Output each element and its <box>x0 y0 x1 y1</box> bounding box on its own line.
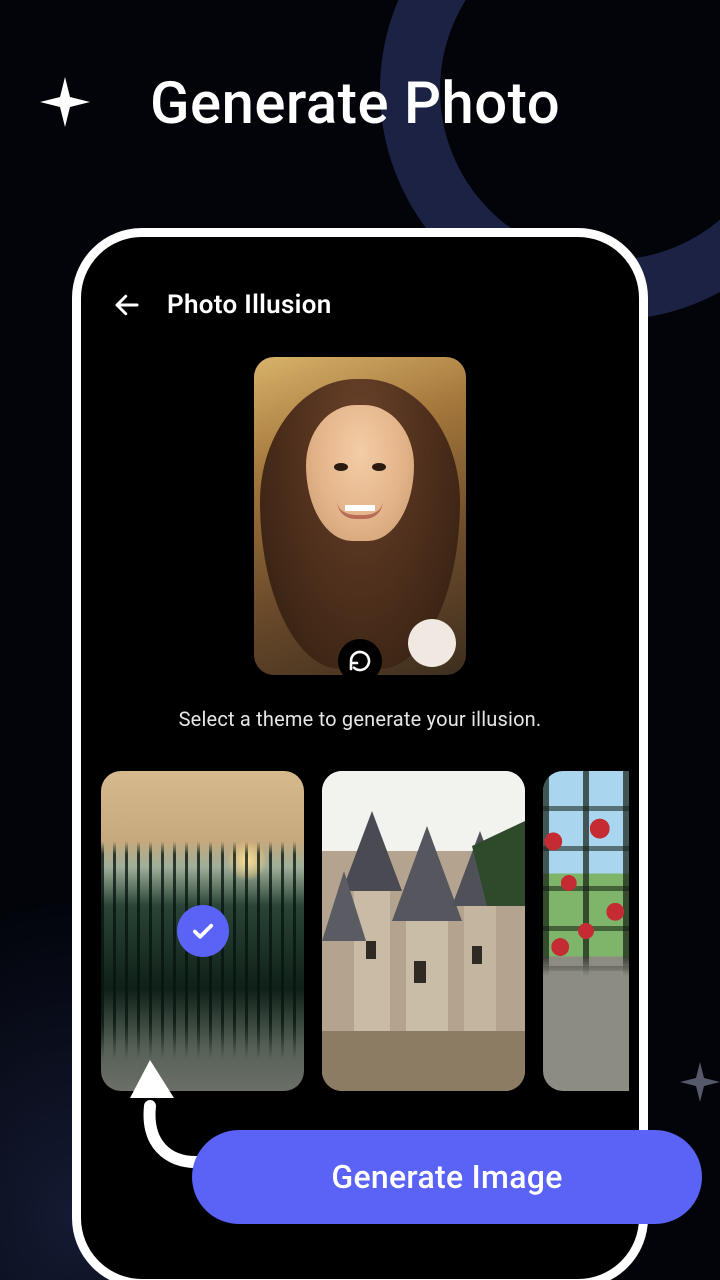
change-photo-button[interactable] <box>338 639 382 683</box>
sparkle-icon <box>680 1062 720 1102</box>
theme-option-castle[interactable] <box>322 771 525 1091</box>
sparkle-icon <box>40 77 90 127</box>
generate-image-button[interactable]: Generate Image <box>192 1130 702 1224</box>
theme-option-forest[interactable] <box>101 771 304 1091</box>
theme-option-garden[interactable] <box>543 771 629 1091</box>
hero-header: Generate Photo <box>40 70 680 138</box>
checkmark-icon <box>189 917 217 945</box>
arrow-left-icon <box>112 290 142 320</box>
screen-title: Photo Illusion <box>167 290 332 320</box>
portrait-eye <box>334 463 348 471</box>
instruction-text: Select a theme to generate your illusion… <box>101 707 619 731</box>
source-photo-preview[interactable] <box>254 357 466 675</box>
portrait-eye <box>372 463 386 471</box>
preview-container <box>101 357 619 675</box>
back-button[interactable] <box>109 287 145 323</box>
generate-image-label: Generate Image <box>331 1158 562 1196</box>
portrait-cup-shape <box>408 619 456 667</box>
reload-icon <box>348 649 372 673</box>
selected-badge <box>177 905 229 957</box>
app-bar: Photo Illusion <box>101 287 619 323</box>
portrait-mouth <box>337 501 383 519</box>
portrait-face-shape <box>306 405 414 541</box>
theme-carousel[interactable] <box>101 771 619 1091</box>
hero-title: Generate Photo <box>150 70 560 138</box>
castle-illustration <box>322 771 525 1091</box>
